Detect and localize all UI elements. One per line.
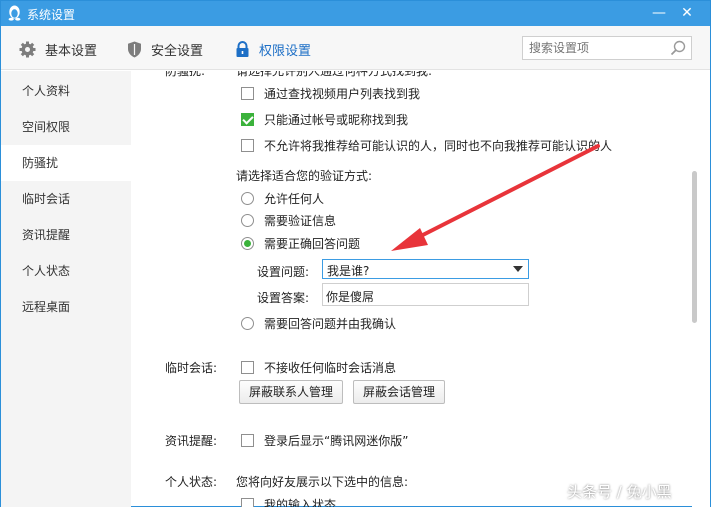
chevron-down-icon (513, 266, 523, 272)
option-label: 只能通过帐号或昵称找到我 (264, 113, 409, 127)
option-label: 需要正确回答问题 (264, 237, 361, 251)
scrollbar-thumb[interactable] (692, 171, 697, 323)
tab-label: 基本设置 (45, 43, 98, 59)
verify-answer-and-confirm[interactable]: 需要回答问题并由我确认 (241, 315, 396, 332)
title-bar: 系统设置 — ✕ (1, 1, 710, 26)
option-label: 通过查找视频用户列表找到我 (264, 87, 421, 101)
section-label-news: 资讯提醒: (165, 434, 218, 448)
radio-button[interactable] (241, 317, 254, 330)
radio-button[interactable] (241, 237, 254, 250)
minimize-button[interactable]: — (646, 1, 672, 26)
option-label: 我的输入状态 (264, 498, 337, 507)
question-select[interactable]: 我是谁? (322, 259, 529, 279)
question-value: 我是谁? (327, 264, 370, 278)
sidebar-item-news-reminder[interactable]: 资讯提醒 (1, 217, 131, 253)
window-title: 系统设置 (27, 8, 76, 22)
blocked-sessions-button[interactable]: 屏蔽会话管理 (353, 380, 446, 404)
option-block-temp-session[interactable]: 不接收任何临时会话消息 (241, 359, 396, 376)
sidebar-item-temp-session[interactable]: 临时会话 (1, 181, 131, 217)
minimize-icon: — (652, 5, 666, 21)
verify-need-info[interactable]: 需要验证信息 (241, 212, 336, 229)
option-find-by-account-only[interactable]: 只能通过帐号或昵称找到我 (241, 111, 408, 128)
option-label: 不接收任何临时会话消息 (264, 361, 397, 375)
penguin-logo-icon (8, 5, 21, 21)
settings-content: 防骚扰: 请选择允许别人通过何种方式找到我: 通过查找视频用户列表找到我 只能通… (132, 71, 692, 507)
search-input[interactable] (529, 40, 664, 56)
option-find-by-video-list[interactable]: 通过查找视频用户列表找到我 (241, 85, 420, 102)
search-icon[interactable] (670, 40, 686, 56)
checkbox[interactable] (241, 87, 254, 100)
question-label: 设置问题: (257, 265, 310, 279)
sidebar-item-profile[interactable]: 个人资料 (1, 73, 131, 109)
blocked-contacts-button[interactable]: 屏蔽联系人管理 (239, 380, 344, 404)
shield-icon (128, 41, 141, 57)
answer-label: 设置答案: (257, 291, 310, 305)
option-label: 登录后显示“腾讯网迷你版” (264, 434, 409, 448)
answer-value: 你是傻屌 (326, 290, 375, 304)
checkbox[interactable] (241, 139, 254, 152)
watermark: 头条号 / 兔小黑 (567, 483, 672, 501)
answer-field[interactable]: 你是傻屌 (322, 283, 529, 306)
settings-sidebar: 个人资料 空间权限 防骚扰 临时会话 资讯提醒 个人状态 远程桌面 (1, 71, 131, 507)
checkbox[interactable] (241, 361, 254, 374)
option-typing-status[interactable]: 我的输入状态 (241, 496, 336, 507)
tab-permission-settings[interactable]: 权限设置 (235, 39, 311, 59)
verify-correct-answer[interactable]: 需要正确回答问题 (241, 235, 360, 252)
settings-toolbar: 基本设置 安全设置 权限设置 (1, 26, 710, 70)
verify-heading: 请选择适合您的验证方式: (236, 169, 373, 183)
sidebar-item-remote-desktop[interactable]: 远程桌面 (1, 289, 131, 325)
section-label-temp-session: 临时会话: (165, 361, 218, 375)
tab-label: 权限设置 (259, 43, 312, 59)
search-box (522, 36, 692, 60)
section-label-anti-harass: 防骚扰: (165, 71, 206, 78)
settings-window: 系统设置 — ✕ 基本设置 安全设置 权限设置 搜索设置项 个人资料 空间权限 … (0, 0, 711, 507)
close-icon: ✕ (681, 5, 693, 21)
find-me-heading: 请选择允许别人通过何种方式找到我: (236, 71, 433, 78)
option-label: 不允许将我推荐给可能认识的人，同时也不向我推荐可能认识的人 (264, 139, 613, 153)
verify-allow-anyone[interactable]: 允许任何人 (241, 190, 324, 207)
tab-label: 安全设置 (151, 43, 204, 59)
option-label: 允许任何人 (264, 192, 325, 206)
lock-icon (236, 40, 249, 57)
sidebar-item-personal-status[interactable]: 个人状态 (1, 253, 131, 289)
checkbox[interactable] (241, 113, 254, 126)
tab-security-settings[interactable]: 安全设置 (127, 39, 203, 59)
checkbox[interactable] (241, 434, 254, 447)
sidebar-item-space-permission[interactable]: 空间权限 (1, 109, 131, 145)
option-show-mini-news[interactable]: 登录后显示“腾讯网迷你版” (241, 432, 408, 449)
checkbox[interactable] (241, 498, 254, 507)
radio-button[interactable] (241, 192, 254, 205)
sidebar-item-anti-harassment[interactable]: 防骚扰 (1, 145, 131, 181)
section-label-status: 个人状态: (165, 475, 218, 489)
gear-icon (19, 41, 36, 57)
status-description: 您将向好友展示以下选中的信息: (236, 475, 409, 489)
option-label: 需要回答问题并由我确认 (264, 317, 397, 331)
close-button[interactable]: ✕ (674, 1, 700, 26)
option-label: 需要验证信息 (264, 214, 337, 228)
tab-basic-settings[interactable]: 基本设置 (19, 39, 97, 59)
option-no-recommend[interactable]: 不允许将我推荐给可能认识的人，同时也不向我推荐可能认识的人 (241, 137, 612, 154)
radio-button[interactable] (241, 214, 254, 227)
